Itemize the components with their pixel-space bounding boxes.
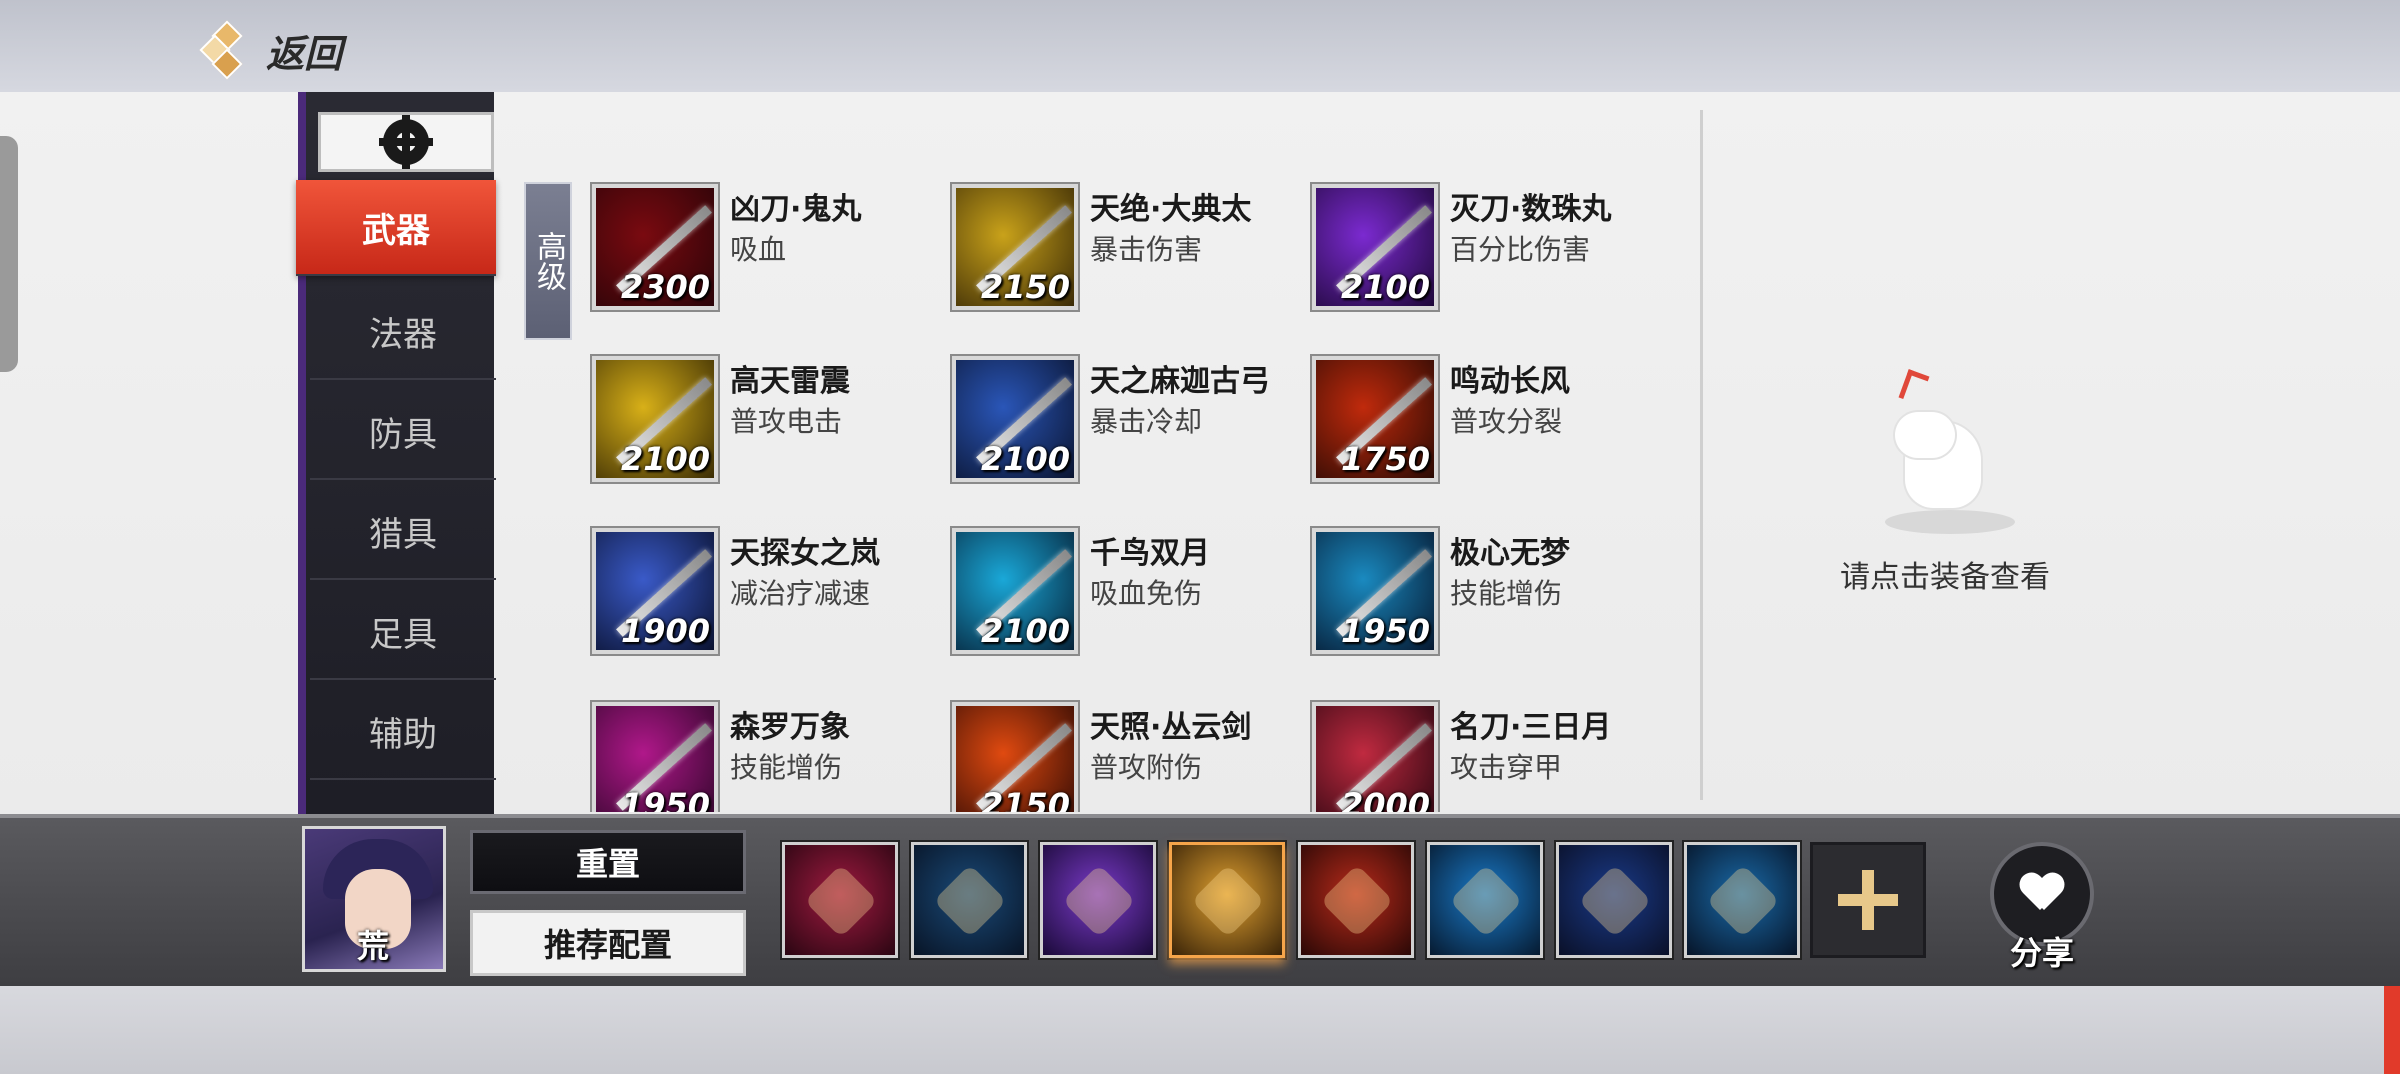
flame-sword-icon: 2150 — [952, 702, 1078, 812]
back-button[interactable]: 返回 — [199, 20, 343, 80]
top-bar: 返回 — [0, 0, 2400, 92]
feather-fan-icon[interactable] — [1169, 842, 1285, 958]
hero-name: 荒 — [357, 927, 390, 965]
item-name: 极心无梦 — [1450, 536, 1570, 571]
settings-button[interactable] — [318, 112, 494, 172]
item-effect: 攻击穿甲 — [1450, 751, 1563, 784]
divider — [1700, 110, 1703, 800]
category-tab[interactable]: 武器 — [296, 180, 496, 276]
floor-strip — [0, 986, 2400, 1074]
item-effect: 普攻附伤 — [1090, 751, 1203, 784]
item-name: 森罗万象 — [730, 710, 850, 745]
recommend-config-button[interactable]: 推荐配置 — [470, 910, 746, 976]
equipment-item[interactable]: 1900 天探女之岚 减治疗减速 — [590, 436, 940, 654]
heart-icon — [2020, 874, 2064, 914]
category-tab[interactable]: 防具 — [310, 384, 496, 480]
item-name: 灭刀·数珠丸 — [1450, 192, 1612, 227]
item-effect: 减治疗减速 — [730, 577, 871, 610]
jade-staff-icon[interactable] — [1684, 842, 1800, 958]
item-name: 天探女之岚 — [730, 536, 880, 571]
item-price: 2000 — [1340, 786, 1430, 812]
item-name: 天绝·大典太 — [1090, 192, 1252, 227]
item-effect: 技能增伤 — [1450, 577, 1563, 610]
equipment-item[interactable]: 2300 凶刀·鬼丸 吸血 — [590, 92, 940, 310]
red-edge-marker — [2384, 986, 2400, 1074]
equipment-item[interactable]: 2100 千鸟双月 吸血免伤 — [950, 436, 1300, 654]
add-slot-button[interactable] — [1810, 842, 1926, 958]
plus-icon — [1838, 870, 1898, 930]
item-price: 1950 — [620, 786, 710, 812]
gauntlet-icon[interactable] — [1298, 842, 1414, 958]
item-name: 高天雷震 — [730, 364, 850, 399]
equipment-grid: 2300 凶刀·鬼丸 吸血 2150 天绝·大典太 暴击伤害 2100 灭刀·数珠丸 百分比伤害… — [590, 92, 1700, 812]
back-label: 返回 — [266, 31, 343, 76]
item-name: 鸣动长风 — [1450, 364, 1570, 399]
item-effect: 普攻分裂 — [1450, 405, 1563, 438]
item-effect: 暴击冷却 — [1090, 405, 1203, 438]
item-effect: 普攻电击 — [730, 405, 843, 438]
item-name: 天之麻迦古弓 — [1090, 364, 1270, 399]
category-tab[interactable]: 猎具 — [310, 484, 496, 580]
grade-tab[interactable]: 高级 — [524, 182, 572, 340]
item-name: 名刀·三日月 — [1450, 710, 1612, 745]
category-tab[interactable]: 辅助 — [310, 684, 496, 780]
equipment-item[interactable]: 2100 天之麻迦古弓 暴击冷却 — [950, 264, 1300, 482]
item-effect: 吸血免伤 — [1090, 577, 1203, 610]
equipment-item[interactable]: 2100 灭刀·数珠丸 百分比伤害 — [1310, 92, 1660, 310]
equipment-item[interactable]: 2150 天绝·大典太 暴击伤害 — [950, 92, 1300, 310]
crescent-blade-icon: 2000 — [1312, 702, 1438, 812]
golden-armor-icon[interactable] — [1556, 842, 1672, 958]
equipment-item[interactable]: 2150 天照·丛云剑 普攻附伤 — [950, 610, 1300, 812]
detail-hint: 请点击装备查看 — [1840, 560, 2050, 595]
equipment-item[interactable]: 1950 极心无梦 技能增伤 — [1310, 436, 1660, 654]
category-tab[interactable]: 法器 — [310, 284, 496, 380]
left-edge-handle[interactable] — [0, 136, 18, 372]
reset-button[interactable]: 重置 — [470, 830, 746, 894]
hero-portrait[interactable]: 荒 — [302, 826, 446, 972]
equipment-item[interactable]: 1950 森罗万象技能增伤 — [590, 610, 940, 812]
category-sidebar: 武器 法器 防具 猎具 足具 辅助 — [296, 92, 496, 814]
magenta-axe-icon: 1950 — [592, 702, 718, 812]
equipment-item[interactable]: 1750 鸣动长风 普攻分裂 — [1310, 264, 1660, 482]
item-price: 2150 — [980, 786, 1070, 812]
equipment-item[interactable]: 2000 名刀·三日月 攻击穿甲 — [1310, 610, 1660, 812]
share-label: 分享 — [2009, 934, 2074, 972]
detail-panel: 请点击装备查看 — [1705, 92, 2400, 814]
gear-icon — [379, 115, 433, 169]
mascot-image — [1885, 369, 2015, 534]
item-name: 千鸟双月 — [1090, 536, 1210, 571]
category-tab[interactable]: 足具 — [310, 584, 496, 680]
item-name: 天照·丛云剑 — [1090, 710, 1252, 745]
boots-icon[interactable] — [911, 842, 1027, 958]
back-diamonds-icon — [199, 20, 254, 80]
item-effect: 技能增伤 — [730, 751, 843, 784]
item-effect: 百分比伤害 — [1450, 233, 1591, 266]
magic-staff-icon[interactable] — [1040, 842, 1156, 958]
item-name: 凶刀·鬼丸 — [730, 192, 862, 227]
share-button[interactable]: 分享 — [1984, 842, 2100, 972]
equipment-item[interactable]: 2100 高天雷震 普攻电击 — [590, 264, 940, 482]
item-effect: 吸血 — [730, 233, 787, 266]
bagua-mirror-icon[interactable] — [1427, 842, 1543, 958]
item-effect: 暴击伤害 — [1090, 233, 1203, 266]
scroll-icon[interactable] — [782, 842, 898, 958]
